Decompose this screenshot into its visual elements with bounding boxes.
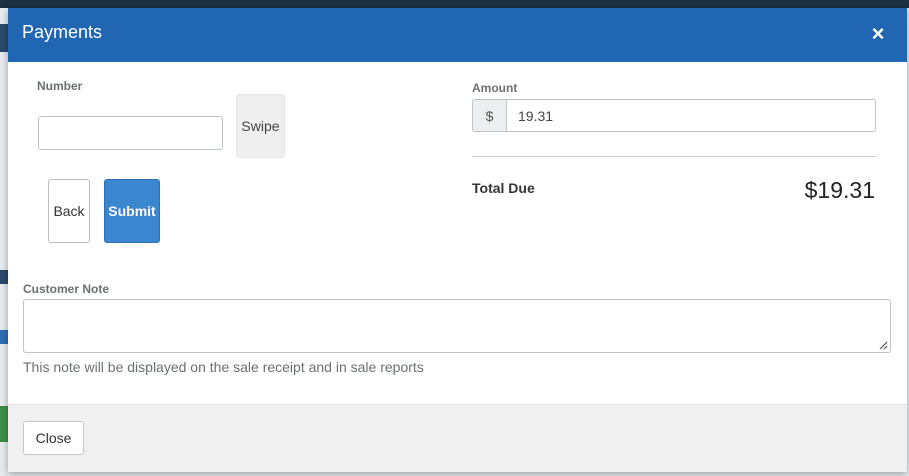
amount-input[interactable]: [506, 99, 876, 132]
card-number-input[interactable]: [38, 116, 223, 150]
payments-modal: Payments × Number Swipe Back Submit Amou…: [8, 8, 907, 472]
close-button[interactable]: Close: [23, 421, 84, 455]
amount-label: Amount: [472, 81, 518, 95]
divider: [472, 156, 876, 157]
number-label: Number: [37, 79, 83, 93]
total-due-value: $19.31: [804, 177, 875, 203]
modal-footer: Close: [8, 404, 907, 472]
amount-input-group: $: [472, 99, 876, 132]
background-nav-bar: [0, 330, 8, 344]
resize-handle-icon[interactable]: [878, 340, 888, 350]
currency-addon: $: [472, 99, 506, 132]
total-due-label: Total Due: [472, 180, 535, 196]
modal-header: Payments ×: [8, 8, 907, 62]
submit-button[interactable]: Submit: [104, 179, 160, 243]
swipe-button[interactable]: Swipe: [236, 94, 285, 158]
back-button[interactable]: Back: [48, 179, 90, 243]
background-top-bar: [0, 0, 909, 8]
customer-note-label: Customer Note: [23, 282, 110, 296]
close-icon[interactable]: ×: [867, 23, 889, 45]
customer-note-textarea[interactable]: [23, 299, 891, 353]
background-button: [0, 406, 8, 442]
modal-title: Payments: [22, 22, 103, 42]
customer-note-help-text: This note will be displayed on the sale …: [23, 359, 424, 375]
background-nav-bar: [0, 270, 8, 284]
background-nav-bar: [0, 24, 8, 52]
